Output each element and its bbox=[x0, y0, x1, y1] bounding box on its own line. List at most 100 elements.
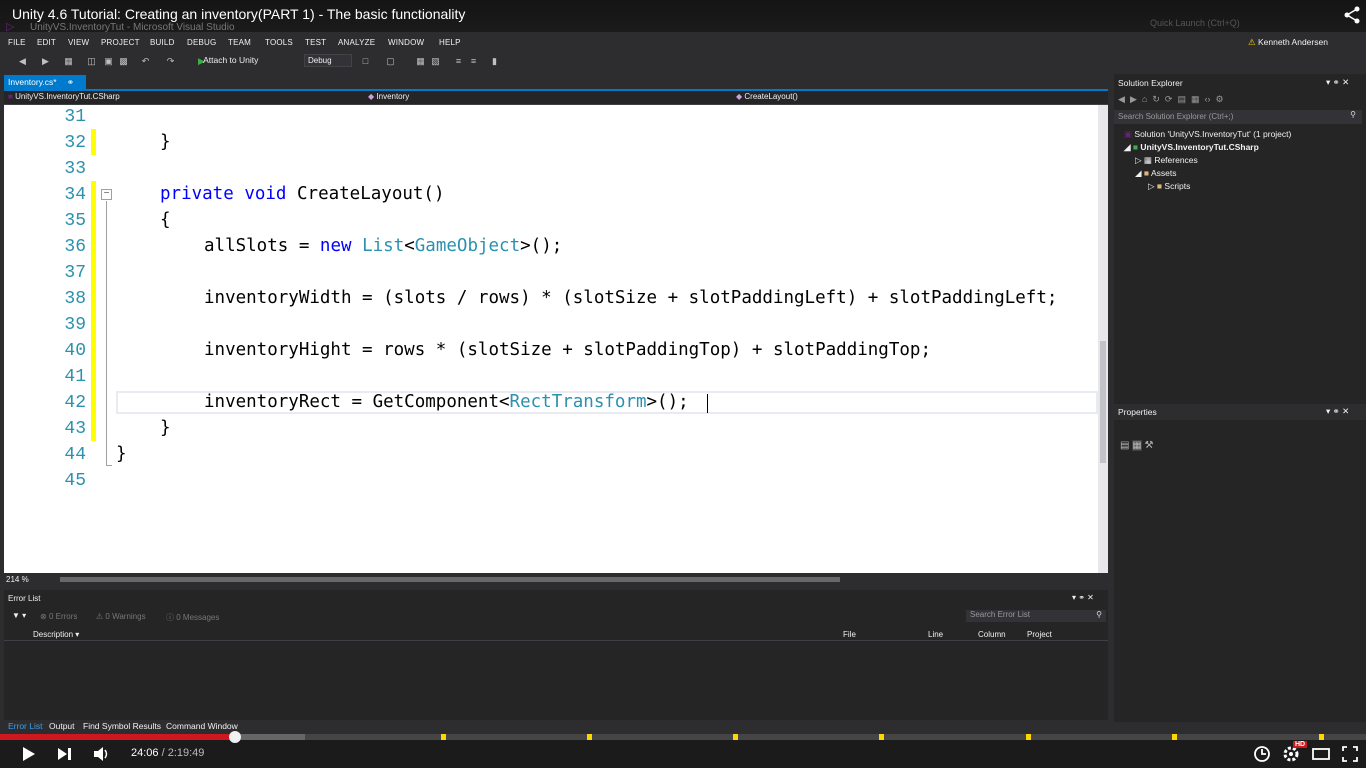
theater-mode-icon[interactable] bbox=[1311, 744, 1331, 764]
tab-inventory-cs[interactable]: Inventory.cs* ⚭ ✕ bbox=[4, 75, 86, 98]
toolbar-icon-b[interactable]: ▢ bbox=[385, 56, 396, 67]
open-file-icon[interactable]: ◫ bbox=[86, 56, 97, 67]
solution-search-input[interactable]: Search Solution Explorer (Ctrl+;) ⚲ bbox=[1114, 110, 1362, 124]
column-description[interactable]: Description ▾ bbox=[33, 630, 79, 639]
column-column[interactable]: Column bbox=[978, 630, 1006, 639]
column-file[interactable]: File bbox=[843, 630, 856, 639]
tab-find-symbol-results[interactable]: Find Symbol Results bbox=[83, 721, 161, 731]
menu-test[interactable]: TEST bbox=[305, 38, 326, 47]
error-search-input[interactable]: Search Error List ⚲ bbox=[966, 610, 1106, 622]
messages-filter-button[interactable]: ⓘ 0 Messages bbox=[166, 612, 219, 623]
chapter-marker[interactable] bbox=[1319, 734, 1324, 740]
panel-pin-icon[interactable]: ▾ ⚭ ✕ bbox=[1072, 593, 1094, 602]
show-all-icon[interactable]: ▦ bbox=[1191, 94, 1200, 104]
scrollbar-thumb[interactable] bbox=[1100, 341, 1106, 463]
chapter-marker[interactable] bbox=[1172, 734, 1177, 740]
menu-edit[interactable]: EDIT bbox=[37, 38, 56, 47]
tree-references[interactable]: ▷ ▦ References bbox=[1135, 155, 1198, 166]
uncomment-icon[interactable]: ≡ bbox=[468, 56, 479, 67]
refresh-icon[interactable]: ⟳ bbox=[1165, 94, 1173, 104]
back-icon[interactable]: ◀ bbox=[17, 56, 28, 67]
code-line-38[interactable]: inventoryWidth = (slots / rows) * (slotS… bbox=[204, 288, 1057, 308]
column-line[interactable]: Line bbox=[928, 630, 943, 639]
nav-class-dropdown[interactable]: ◆ Inventory bbox=[368, 92, 409, 101]
chapter-marker[interactable] bbox=[587, 734, 592, 740]
next-icon[interactable] bbox=[55, 744, 75, 764]
chapter-marker[interactable] bbox=[1026, 734, 1031, 740]
menu-tools[interactable]: TOOLS bbox=[265, 38, 293, 47]
code-line-35[interactable]: { bbox=[160, 210, 171, 230]
alphabetical-icon[interactable]: ▦ bbox=[1132, 440, 1142, 451]
menu-team[interactable]: TEAM bbox=[228, 38, 251, 47]
zoom-level[interactable]: 214 % bbox=[6, 575, 29, 584]
chapter-marker[interactable] bbox=[733, 734, 738, 740]
video-title[interactable]: Unity 4.6 Tutorial: Creating an inventor… bbox=[12, 6, 465, 22]
toolbar-icon-a[interactable]: □ bbox=[360, 56, 371, 67]
code-line-44[interactable]: } bbox=[116, 444, 127, 464]
menu-analyze[interactable]: ANALYZE bbox=[338, 38, 375, 47]
tree-solution[interactable]: ▣ Solution 'UnityVS.InventoryTut' (1 pro… bbox=[1124, 129, 1291, 140]
toolbar-icon-c[interactable]: ▦ bbox=[415, 56, 426, 67]
filter-icon[interactable]: ▼ ▾ bbox=[12, 611, 26, 620]
menu-help[interactable]: HELP bbox=[439, 38, 461, 47]
forward-icon[interactable]: ▶ bbox=[1130, 94, 1137, 104]
editor-vertical-scrollbar[interactable] bbox=[1098, 105, 1108, 573]
progress-scrubber[interactable] bbox=[229, 731, 241, 743]
sync-icon[interactable]: ↻ bbox=[1152, 94, 1160, 104]
volume-icon[interactable] bbox=[92, 744, 112, 764]
view-code-icon[interactable]: ‹› bbox=[1205, 94, 1211, 104]
categorized-icon[interactable]: ▤ bbox=[1120, 440, 1129, 451]
errors-filter-button[interactable]: ⊗ 0 Errors bbox=[40, 612, 77, 621]
save-all-icon[interactable]: ▩ bbox=[118, 56, 129, 67]
menu-project[interactable]: PROJECT bbox=[101, 38, 140, 47]
menu-debug[interactable]: DEBUG bbox=[187, 38, 216, 47]
panel-pin-icon[interactable]: ▾ ⚭ ✕ bbox=[1326, 77, 1349, 88]
search-icon[interactable]: ⚲ bbox=[1096, 610, 1102, 619]
share-icon[interactable] bbox=[1343, 6, 1361, 24]
comment-icon[interactable]: ≡ bbox=[453, 56, 464, 67]
quick-launch-input[interactable]: Quick Launch (Ctrl+Q) bbox=[1150, 18, 1244, 30]
code-line-42[interactable]: inventoryRect = GetComponent<RectTransfo… bbox=[204, 392, 689, 412]
chapter-marker[interactable] bbox=[441, 734, 446, 740]
pin-icon[interactable]: ⚭ bbox=[67, 77, 74, 87]
back-icon[interactable]: ◀ bbox=[1118, 94, 1125, 104]
chapter-marker[interactable] bbox=[879, 734, 884, 740]
redo-icon[interactable]: ↷ bbox=[165, 56, 176, 67]
collapse-region-toggle[interactable]: − bbox=[101, 189, 112, 200]
bookmark-icon[interactable]: ▮ bbox=[489, 56, 500, 67]
menu-build[interactable]: BUILD bbox=[150, 38, 175, 47]
collapse-all-icon[interactable]: ▤ bbox=[1177, 94, 1186, 104]
fullscreen-icon[interactable] bbox=[1340, 744, 1360, 764]
attach-to-unity-button[interactable]: Attach to Unity bbox=[196, 55, 258, 65]
nav-member-dropdown[interactable]: ◆ CreateLayout() bbox=[736, 92, 798, 101]
menu-view[interactable]: VIEW bbox=[68, 38, 89, 47]
code-editor[interactable]: 31 32 33 34 35 36 37 38 39 40 41 42 43 4… bbox=[4, 105, 1098, 573]
watch-later-icon[interactable] bbox=[1252, 744, 1272, 764]
nav-project-dropdown[interactable]: ■ UnityVS.InventoryTut.CSharp bbox=[8, 92, 120, 101]
tab-error-list[interactable]: Error List bbox=[8, 721, 42, 731]
code-line-36[interactable]: allSlots = new List<GameObject>(); bbox=[204, 236, 562, 256]
properties-icon[interactable]: ⚙ bbox=[1216, 94, 1224, 104]
tree-scripts[interactable]: ▷ ■ Scripts bbox=[1148, 181, 1190, 192]
code-line-34[interactable]: private void CreateLayout() bbox=[160, 184, 445, 204]
code-line-32[interactable]: } bbox=[160, 132, 171, 152]
code-line-40[interactable]: inventoryHight = rows * (slotSize + slot… bbox=[204, 340, 931, 360]
code-line-43[interactable]: } bbox=[160, 418, 171, 438]
tab-command-window[interactable]: Command Window bbox=[166, 721, 238, 731]
tree-project[interactable]: ◢ ■ UnityVS.InventoryTut.CSharp bbox=[1124, 142, 1259, 153]
home-icon[interactable]: ⌂ bbox=[1142, 94, 1147, 104]
undo-icon[interactable]: ↶ bbox=[140, 56, 151, 67]
warnings-filter-button[interactable]: ⚠ 0 Warnings bbox=[96, 612, 146, 621]
save-icon[interactable]: ▣ bbox=[103, 56, 114, 67]
horizontal-scrollbar-thumb[interactable] bbox=[60, 577, 840, 582]
new-project-icon[interactable]: ▦ bbox=[63, 56, 74, 67]
search-icon[interactable]: ⚲ bbox=[1350, 110, 1356, 119]
menu-window[interactable]: WINDOW bbox=[388, 38, 424, 47]
tab-output[interactable]: Output bbox=[49, 721, 75, 731]
toolbar-icon-d[interactable]: ▧ bbox=[430, 56, 441, 67]
wrench-icon[interactable]: ⚒ bbox=[1144, 440, 1153, 451]
solution-config-select[interactable]: Debug bbox=[304, 54, 352, 67]
tree-assets[interactable]: ◢ ■ Assets bbox=[1135, 168, 1176, 179]
column-project[interactable]: Project bbox=[1027, 630, 1052, 639]
panel-pin-icon[interactable]: ▾ ⚭ ✕ bbox=[1326, 406, 1349, 417]
